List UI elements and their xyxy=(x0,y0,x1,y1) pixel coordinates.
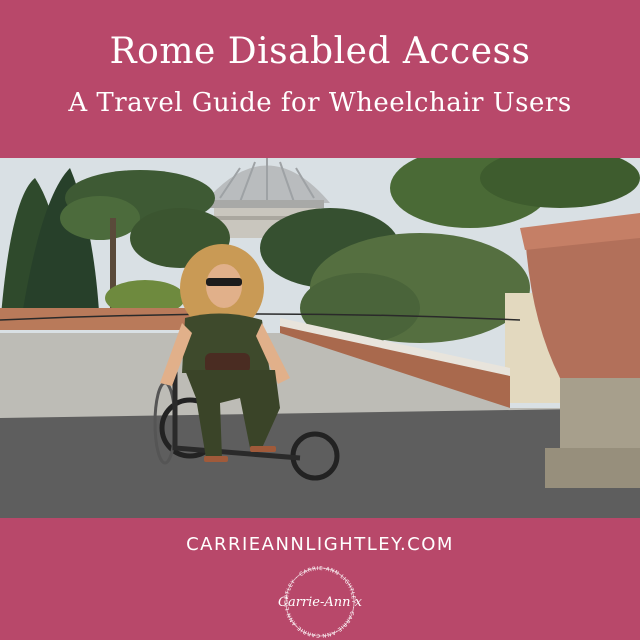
page-title: Rome Disabled Access xyxy=(109,31,531,72)
carrie-ann-logo: CARRIE-ANN LIGHTLEY · CARRIE-ANN LIGHTLE… xyxy=(268,564,363,638)
footer-banner: CARRIEANNLIGHTLEY.COM CARRIE-ANN LIGHTLE… xyxy=(0,518,640,640)
header-banner: Rome Disabled Access A Travel Guide for … xyxy=(0,0,640,158)
terrace-paving xyxy=(0,408,640,518)
hero-photo-illustration xyxy=(0,158,640,518)
website-link[interactable]: CARRIEANNLIGHTLEY.COM xyxy=(0,536,640,554)
page-subtitle: A Travel Guide for Wheelchair Users xyxy=(68,88,572,118)
hero-photo xyxy=(0,158,640,518)
logo-signature: Carrie-Ann x xyxy=(278,595,363,610)
